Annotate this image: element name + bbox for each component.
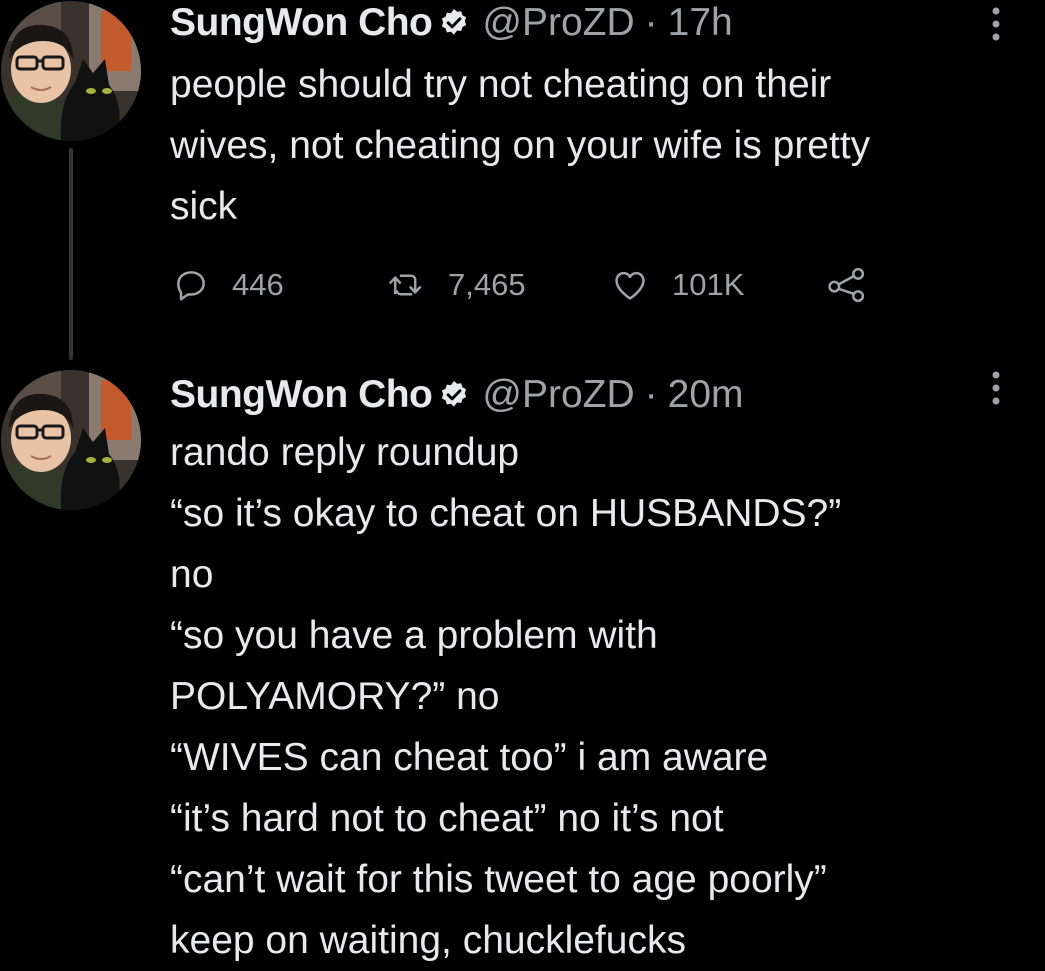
tweet-text-line: “so you have a problem with (170, 614, 658, 657)
thread-connector-line (69, 148, 73, 360)
retweet-count: 7,465 (448, 267, 526, 302)
like-button[interactable]: 101K (610, 262, 744, 308)
tweet-text-line: POLYAMORY?” no (170, 675, 500, 718)
more-icon (992, 7, 1000, 41)
tweet-1[interactable]: SungWon Cho @ProZD · 17h people should t… (0, 0, 1045, 360)
tweet-timestamp[interactable]: 20m (668, 373, 744, 417)
verified-badge-icon (438, 379, 470, 411)
tweet-header: SungWon Cho @ProZD · 17h (170, 0, 733, 46)
avatar[interactable] (1, 370, 141, 510)
separator-dot: · (644, 373, 658, 416)
tweet-text-line: wives, not cheating on your wife is pret… (170, 124, 871, 167)
like-count: 101K (672, 267, 745, 302)
reply-count: 446 (232, 267, 284, 302)
avatar[interactable] (1, 1, 141, 141)
tweet-header: SungWon Cho @ProZD · 20m (170, 372, 744, 418)
tweet-text-line: “it’s hard not to cheat” no it’s not (170, 797, 724, 840)
reply-icon (177, 271, 205, 301)
more-options-button[interactable] (986, 370, 1006, 406)
avatar-photo (1, 370, 141, 510)
retweet-icon (388, 274, 422, 296)
tweet-text-line: keep on waiting, chucklefucks (170, 919, 686, 962)
author-handle[interactable]: @ProZD (482, 373, 634, 417)
tweet-text-line: sick (170, 185, 238, 228)
tweet-text-line: “can’t wait for this tweet to age poorly… (170, 858, 827, 901)
reply-button[interactable]: 446 (172, 262, 284, 308)
tweet-text-line: “so it’s okay to cheat on HUSBANDS?” (170, 492, 842, 535)
tweet-text-line: “WIVES can cheat too” i am aware (170, 736, 769, 779)
author-display-name[interactable]: SungWon Cho (170, 1, 433, 45)
tweet-timestamp[interactable]: 17h (668, 1, 733, 45)
retweet-button[interactable]: 7,465 (386, 262, 526, 308)
author-display-name[interactable]: SungWon Cho (170, 373, 433, 417)
tweet-text-line: people should try not cheating on their (170, 63, 832, 106)
tweet-text-line: rando reply roundup (170, 431, 520, 474)
avatar-photo (1, 1, 141, 141)
more-options-button[interactable] (986, 6, 1006, 42)
share-icon (828, 267, 865, 303)
separator-dot: · (644, 1, 658, 44)
more-icon (992, 371, 1000, 405)
tweet-text-line: no (170, 553, 214, 596)
tweet-2[interactable]: SungWon Cho @ProZD · 20m rando reply rou… (0, 360, 1045, 966)
author-handle[interactable]: @ProZD (482, 1, 634, 45)
tweet-text: people should try not cheating on their … (170, 54, 1030, 237)
tweet-text: rando reply roundup “so it’s okay to che… (170, 422, 1030, 971)
verified-badge-icon (438, 7, 470, 39)
heart-icon (615, 271, 645, 300)
tweet-actions: 446 7,465 101K (172, 262, 892, 308)
share-button[interactable] (826, 262, 868, 308)
